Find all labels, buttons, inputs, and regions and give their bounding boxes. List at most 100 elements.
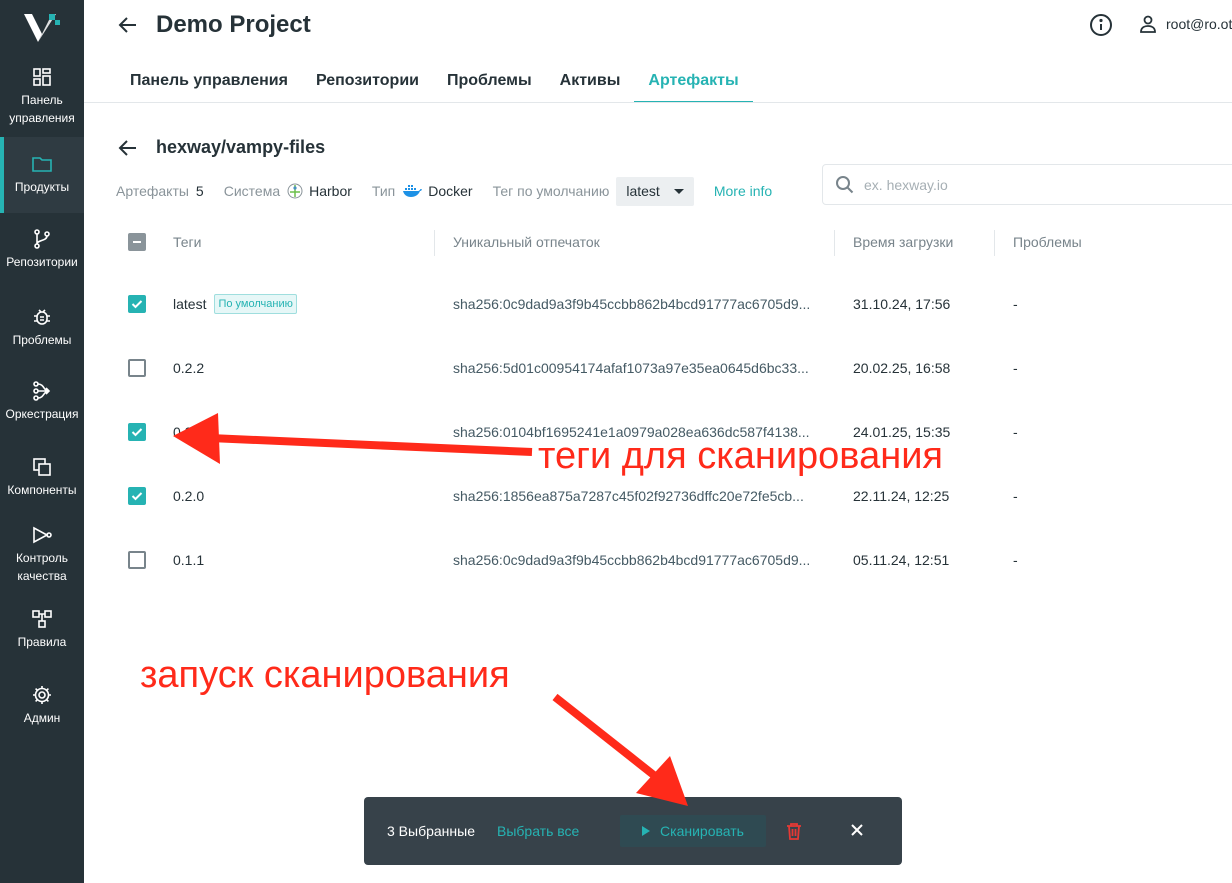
orchestration-icon	[33, 381, 51, 401]
type-label: Тип	[371, 183, 396, 199]
tag-name: 0.2.2	[173, 360, 205, 376]
select-all-checkbox[interactable]	[128, 233, 146, 251]
digest: sha256:0c9dad9a3f9b45ccbb862b4bcd91777ac…	[453, 296, 811, 312]
artifacts-count: 5	[195, 183, 204, 199]
column-header-tags[interactable]: Теги	[173, 234, 201, 250]
sidebar-item-rules[interactable]: Правила	[0, 608, 84, 658]
minus-icon	[133, 241, 141, 243]
sidebar-item-issues[interactable]: Проблемы	[0, 306, 84, 356]
rules-icon	[32, 610, 52, 628]
repository-meta: Артефакты 5 Система Harbor Тип Docker Те…	[116, 176, 772, 206]
row-checkbox[interactable]	[128, 423, 146, 441]
tab-assets[interactable]: Активы	[546, 60, 635, 103]
sidebar-item-repositories[interactable]: Репозитории	[0, 228, 84, 278]
selected-count: 3 Выбранные	[387, 823, 475, 839]
branch-icon	[34, 229, 50, 249]
sidebar-item-label: Репозитории	[6, 255, 78, 269]
system-label: Система	[223, 183, 281, 199]
default-tag-select[interactable]: latest	[616, 176, 694, 206]
back-arrow-icon[interactable]	[116, 13, 140, 37]
select-all-button[interactable]: Выбрать все	[497, 823, 579, 839]
column-separator	[994, 230, 995, 256]
check-icon	[131, 492, 143, 501]
default-tag-label: Тег по умолчанию	[492, 183, 610, 199]
default-tag-value: latest	[626, 183, 660, 199]
tab-issues[interactable]: Проблемы	[433, 60, 546, 103]
sidebar: Панель управления Продукты Репозитории П…	[0, 0, 84, 883]
sidebar-item-components[interactable]: Компоненты	[0, 456, 84, 506]
dashboard-icon	[33, 68, 51, 86]
components-icon	[33, 458, 51, 476]
digest: sha256:0c9dad9a3f9b45ccbb862b4bcd91777ac…	[453, 552, 811, 568]
close-icon[interactable]	[848, 821, 866, 839]
tab-dashboard[interactable]: Панель управления	[116, 60, 302, 103]
table-row[interactable]: latest По умолчанию sha256:0c9dad9a3f9b4…	[116, 272, 1232, 336]
row-checkbox[interactable]	[128, 359, 146, 377]
row-checkbox[interactable]	[128, 295, 146, 313]
app: Панель управления Продукты Репозитории П…	[0, 0, 1232, 883]
issues-count: -	[1013, 488, 1018, 504]
chevron-down-icon	[673, 188, 684, 194]
bug-icon	[34, 309, 50, 325]
sidebar-item-dashboard[interactable]: Панель управления	[0, 66, 84, 132]
sidebar-item-orchestration[interactable]: Оркестрация	[0, 380, 84, 430]
search-input[interactable]	[864, 176, 1164, 193]
column-header-digest[interactable]: Уникальный отпечаток	[453, 234, 600, 250]
gear-icon	[33, 686, 51, 704]
quality-icon	[33, 526, 52, 544]
folder-icon	[32, 157, 52, 172]
sidebar-item-label: Контроль качества	[15, 551, 69, 583]
search-icon	[836, 175, 854, 193]
logo-icon[interactable]	[22, 12, 62, 44]
sidebar-item-label: Продукты	[14, 180, 70, 194]
column-separator	[834, 230, 835, 256]
check-icon	[131, 428, 143, 437]
sidebar-item-label: Оркестрация	[5, 407, 79, 421]
tab-artifacts[interactable]: Артефакты	[634, 60, 753, 103]
tag-name: 0.1.1	[173, 552, 205, 568]
more-info-link[interactable]: More info	[714, 183, 772, 199]
trash-icon[interactable]	[785, 821, 803, 841]
sidebar-item-products[interactable]: Продукты	[0, 137, 84, 213]
column-header-issues[interactable]: Проблемы	[1013, 234, 1082, 250]
issues-count: -	[1013, 360, 1018, 376]
annotation-tags-for-scan: теги для сканирования	[538, 435, 943, 477]
type-value: Docker	[402, 183, 473, 199]
sidebar-item-label: Панель управления	[9, 93, 75, 125]
repository-title: hexway/vampy-files	[156, 137, 326, 157]
check-icon	[131, 300, 143, 309]
column-separator	[434, 230, 435, 256]
sidebar-item-label: Компоненты	[7, 483, 77, 497]
docker-icon	[403, 185, 423, 197]
scan-button-label: Сканировать	[660, 823, 744, 839]
scan-button[interactable]: Сканировать	[620, 815, 766, 847]
issues-count: -	[1013, 424, 1018, 440]
info-icon[interactable]	[1089, 13, 1113, 37]
tab-repositories[interactable]: Репозитории	[302, 60, 433, 103]
default-badge: По умолчанию	[214, 294, 297, 314]
column-header-upload-time[interactable]: Время загрузки	[853, 234, 953, 250]
user-name: root@ro.ot	[1166, 16, 1232, 32]
tabs-divider	[84, 102, 1232, 103]
upload-time: 31.10.24, 17:56	[853, 296, 951, 312]
sidebar-item-label: Правила	[17, 635, 67, 649]
system-value: Harbor	[287, 183, 352, 199]
annotation-start-scan: запуск сканирования	[140, 654, 510, 696]
sidebar-item-quality[interactable]: Контроль качества	[0, 524, 84, 588]
row-checkbox[interactable]	[128, 551, 146, 569]
annotation-arrow-scan	[552, 693, 663, 784]
digest: sha256:5d01c00954174afaf1073a97e35ea0645…	[453, 360, 809, 376]
table-header: Теги Уникальный отпечаток Время загрузки…	[116, 222, 1232, 262]
table-row[interactable]: 0.2.2 sha256:5d01c00954174afaf1073a97e35…	[116, 336, 1232, 400]
tag-name: 0.2.0	[173, 488, 205, 504]
sidebar-item-label: Админ	[23, 711, 61, 725]
harbor-icon	[287, 183, 303, 199]
row-checkbox[interactable]	[128, 487, 146, 505]
bulk-action-bar: 3 Выбранные Выбрать все Сканировать	[364, 797, 902, 865]
sidebar-item-admin[interactable]: Админ	[0, 684, 84, 734]
table-row[interactable]: 0.1.1 sha256:0c9dad9a3f9b45ccbb862b4bcd9…	[116, 528, 1232, 592]
user-menu[interactable]: root@ro.ot	[1138, 14, 1232, 34]
back-arrow-icon[interactable]	[116, 136, 140, 160]
play-icon	[642, 826, 651, 836]
system-name: Harbor	[309, 183, 352, 199]
